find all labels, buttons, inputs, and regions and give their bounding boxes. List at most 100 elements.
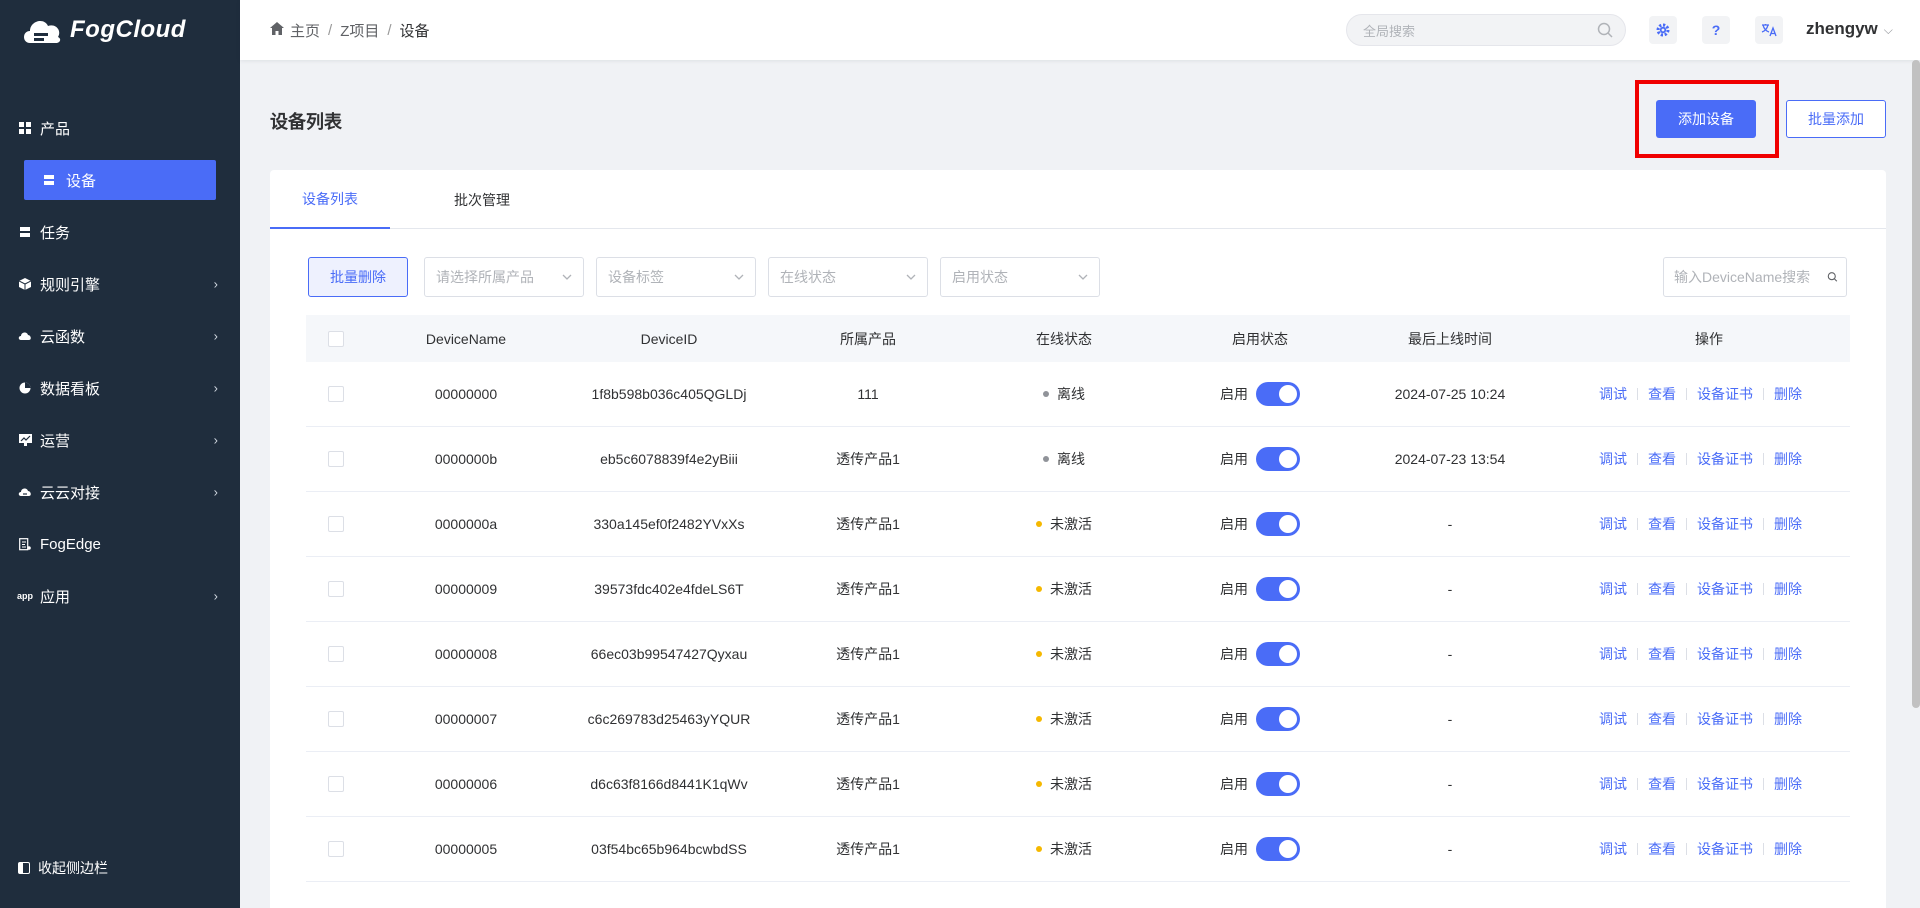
enable-toggle[interactable]: [1256, 837, 1300, 861]
enable-toggle[interactable]: [1256, 512, 1300, 536]
certificate-link[interactable]: 设备证书: [1697, 774, 1753, 794]
sidebar-item-label: 应用: [40, 588, 71, 606]
enable-toggle[interactable]: [1256, 707, 1300, 731]
logo[interactable]: FogCloud: [0, 0, 240, 60]
batch-add-button[interactable]: 批量添加: [1786, 100, 1886, 138]
row-checkbox[interactable]: [328, 646, 344, 662]
view-link[interactable]: 查看: [1648, 774, 1676, 794]
user-menu[interactable]: zhengyw ⌵: [1806, 19, 1893, 39]
enable-label: 启用: [1220, 386, 1248, 402]
sidebar-item-9[interactable]: app 应用 ›: [0, 570, 240, 622]
sidebar-nav: 产品设备任务 规则引擎 › 云函数 › 数据看板 › 运营 › 云云对接 › FogEdge app 应用…: [0, 102, 240, 622]
online-status-cell: 离线: [989, 427, 1139, 491]
view-link[interactable]: 查看: [1648, 709, 1676, 729]
sidebar-item-7[interactable]: 云云对接 ›: [0, 466, 240, 518]
sidebar-item-0[interactable]: 产品: [0, 102, 240, 154]
enable-toggle[interactable]: [1256, 382, 1300, 406]
online-status-select[interactable]: 在线状态: [768, 257, 928, 297]
view-link[interactable]: 查看: [1648, 384, 1676, 404]
sidebar-item-3[interactable]: 规则引擎 ›: [0, 258, 240, 310]
sidebar-item-5[interactable]: 数据看板 ›: [0, 362, 240, 414]
sidebar-item-8[interactable]: FogEdge: [0, 518, 240, 570]
table-row: 00000000 1f8b598b036c405QGLDj 111 离线 启用 2024-…: [306, 362, 1850, 427]
certificate-link[interactable]: 设备证书: [1697, 709, 1753, 729]
debug-link[interactable]: 调试: [1599, 384, 1627, 404]
enable-label: 启用: [1220, 516, 1248, 532]
device-id-cell: 39573fdc402e4fdeLS6T: [594, 581, 744, 597]
certificate-link[interactable]: 设备证书: [1697, 839, 1753, 859]
tab-device-list[interactable]: 设备列表: [270, 170, 390, 229]
add-device-button[interactable]: 添加设备: [1656, 100, 1756, 138]
online-status-cell: 未激活: [989, 622, 1139, 686]
certificate-link[interactable]: 设备证书: [1697, 579, 1753, 599]
delete-link[interactable]: 删除: [1774, 839, 1802, 859]
row-checkbox[interactable]: [328, 711, 344, 727]
help-button[interactable]: ?: [1702, 16, 1730, 44]
enable-status-placeholder: 启用状态: [952, 269, 1008, 285]
debug-link[interactable]: 调试: [1599, 774, 1627, 794]
delete-link[interactable]: 删除: [1774, 774, 1802, 794]
breadcrumb-home[interactable]: 主页: [290, 20, 320, 41]
delete-link[interactable]: 删除: [1774, 384, 1802, 404]
breadcrumb-project[interactable]: Z项目: [340, 20, 379, 41]
device-name-search-input[interactable]: 输入DeviceName搜索: [1663, 257, 1847, 297]
row-checkbox[interactable]: [328, 516, 344, 532]
enable-toggle[interactable]: [1256, 642, 1300, 666]
certificate-link[interactable]: 设备证书: [1697, 514, 1753, 534]
batch-delete-button[interactable]: 批量删除: [308, 257, 408, 297]
enable-toggle[interactable]: [1256, 772, 1300, 796]
enable-toggle[interactable]: [1256, 447, 1300, 471]
page-scrollbar[interactable]: [1912, 60, 1920, 708]
delete-link[interactable]: 删除: [1774, 644, 1802, 664]
view-link[interactable]: 查看: [1648, 839, 1676, 859]
collapse-sidebar-button[interactable]: 收起侧边栏: [18, 858, 108, 878]
sidebar-item-4[interactable]: 云函数 ›: [0, 310, 240, 362]
row-checkbox[interactable]: [328, 776, 344, 792]
tag-select[interactable]: 设备标签: [596, 257, 756, 297]
language-button[interactable]: [1755, 16, 1783, 44]
device-id-cell: 330a145ef0f2482YVxXs: [593, 516, 745, 532]
certificate-link[interactable]: 设备证书: [1697, 449, 1753, 469]
tab-batch-management[interactable]: 批次管理: [422, 170, 542, 229]
debug-link[interactable]: 调试: [1599, 514, 1627, 534]
row-checkbox[interactable]: [328, 581, 344, 597]
debug-link[interactable]: 调试: [1599, 644, 1627, 664]
view-link[interactable]: 查看: [1648, 644, 1676, 664]
breadcrumb-separator: /: [387, 22, 392, 39]
select-all-checkbox[interactable]: [328, 330, 344, 347]
sidebar-item-device[interactable]: 设备: [24, 160, 216, 200]
product-select[interactable]: 请选择所属产品: [424, 257, 584, 297]
debug-link[interactable]: 调试: [1599, 579, 1627, 599]
debug-link[interactable]: 调试: [1599, 449, 1627, 469]
debug-link[interactable]: 调试: [1599, 839, 1627, 859]
sidebar-item-label: 设备: [66, 172, 97, 190]
certificate-link[interactable]: 设备证书: [1697, 644, 1753, 664]
delete-link[interactable]: 删除: [1774, 514, 1802, 534]
enable-status-select[interactable]: 启用状态: [940, 257, 1100, 297]
row-checkbox[interactable]: [328, 386, 344, 402]
column-header-product: 所属产品: [840, 330, 896, 347]
tabs: 设备列表 批次管理: [270, 170, 1886, 229]
delete-link[interactable]: 删除: [1774, 709, 1802, 729]
debug-link[interactable]: 调试: [1599, 709, 1627, 729]
view-link[interactable]: 查看: [1648, 514, 1676, 534]
sidebar-item-2[interactable]: 任务: [0, 206, 240, 258]
status-text: 离线: [1057, 451, 1085, 467]
view-link[interactable]: 查看: [1648, 449, 1676, 469]
row-checkbox[interactable]: [328, 841, 344, 857]
sidebar-item-6[interactable]: 运营 ›: [0, 414, 240, 466]
settings-button[interactable]: [1649, 16, 1677, 44]
enable-toggle[interactable]: [1256, 577, 1300, 601]
view-link[interactable]: 查看: [1648, 579, 1676, 599]
global-search-input[interactable]: 全局搜索: [1346, 14, 1626, 46]
table-header: DeviceName DeviceID 所属产品 在线状态 启用状态 最后上线时…: [306, 315, 1850, 362]
device-name-cell: 00000006: [434, 776, 498, 792]
row-checkbox[interactable]: [328, 451, 344, 467]
tag-select-placeholder: 设备标签: [608, 269, 664, 285]
delete-link[interactable]: 删除: [1774, 449, 1802, 469]
collapse-label: 收起侧边栏: [38, 860, 108, 876]
delete-link[interactable]: 删除: [1774, 579, 1802, 599]
column-header-device-name: DeviceName: [425, 330, 507, 347]
last-online-cell: -: [1447, 581, 1453, 597]
certificate-link[interactable]: 设备证书: [1697, 384, 1753, 404]
